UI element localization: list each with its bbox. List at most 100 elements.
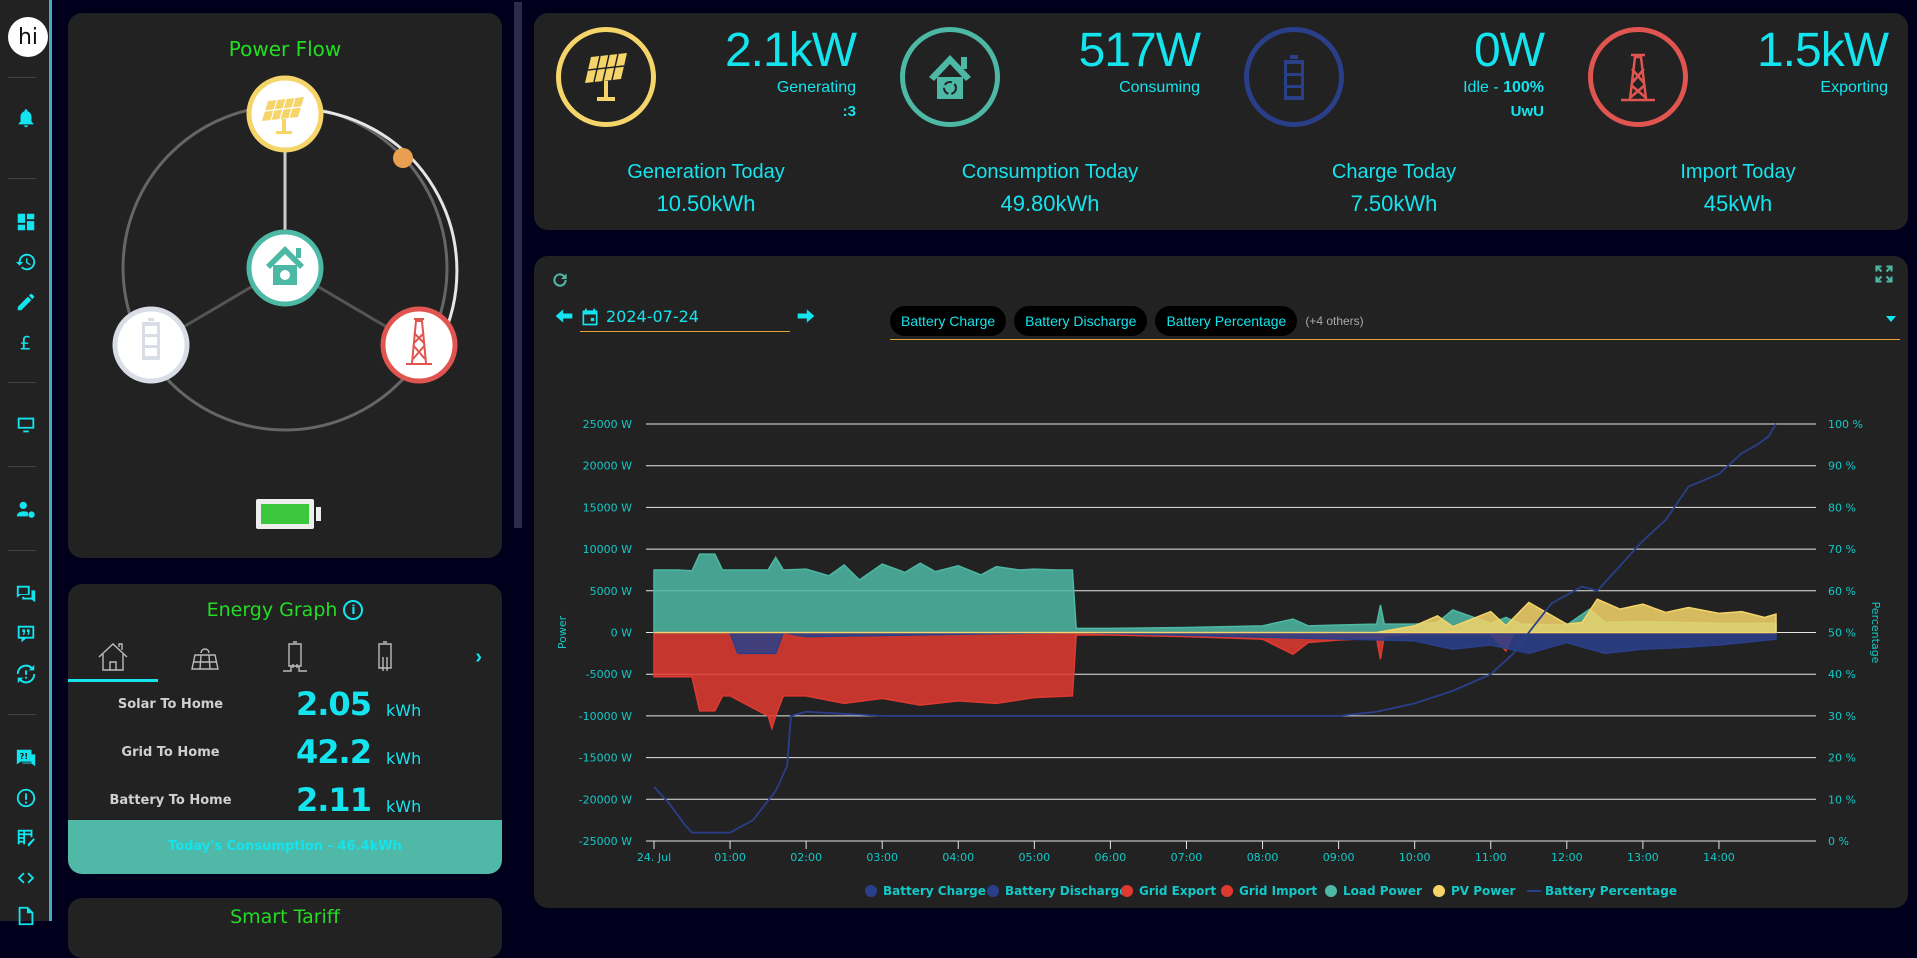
- battery-charge-outline-icon: [283, 641, 307, 672]
- smart-tariff-title: Smart Tariff: [230, 906, 340, 928]
- history-icon[interactable]: [14, 250, 38, 274]
- energy-row-value: 2.05: [296, 685, 372, 723]
- y-tick-label: 0 W: [611, 627, 632, 640]
- x-tick-label: 01:00: [714, 851, 746, 864]
- chat-icon[interactable]: [14, 582, 38, 606]
- y-tick-label: 5000 W: [590, 585, 632, 598]
- sidebar: hi £ ?!: [0, 0, 52, 926]
- legend-marker-pv-power: [1433, 885, 1445, 897]
- stat-battery-percent: 100%: [1503, 79, 1544, 96]
- home-node[interactable]: [246, 229, 324, 307]
- alert-circle-icon[interactable]: [14, 786, 38, 810]
- tab-battery-discharge[interactable]: [340, 634, 430, 680]
- export-icon[interactable]: [14, 904, 38, 928]
- stat-battery-extra: UwU: [1510, 103, 1544, 120]
- tabs-next-chevron-icon[interactable]: ›: [475, 646, 482, 669]
- table-edit-icon[interactable]: [14, 826, 38, 850]
- series-selector[interactable]: Battery Charge Battery Discharge Battery…: [890, 302, 1900, 340]
- code-icon[interactable]: [14, 866, 38, 890]
- legend-label-grid-import: Grid Import: [1239, 884, 1317, 898]
- stat-solar-status: Generating: [776, 79, 856, 96]
- stat-home-status: Consuming: [1119, 79, 1200, 96]
- stat-home-today-value: 49.80kWh: [1000, 191, 1100, 216]
- series-chip[interactable]: Battery Charge: [890, 305, 1007, 336]
- solar-node[interactable]: [246, 75, 324, 153]
- energy-row-label: Grid To Home: [121, 745, 220, 760]
- dashboard-icon[interactable]: [14, 210, 38, 234]
- dropdown-caret-icon[interactable]: [1886, 316, 1896, 322]
- legend-marker-grid-export: [1121, 885, 1133, 897]
- tab-battery-charge[interactable]: [250, 634, 340, 680]
- y-tick-label: -20000 W: [579, 793, 632, 806]
- pound-icon[interactable]: £: [14, 330, 38, 354]
- power-flow-diagram: [112, 75, 459, 529]
- x-tick-label: 05:00: [1018, 851, 1050, 864]
- y2-tick-label: 0 %: [1828, 835, 1849, 848]
- stat-solar-value: 2.1kW: [724, 24, 857, 77]
- energy-row: Grid To Home 42.2 kWh: [68, 731, 502, 779]
- quote-icon[interactable]: [14, 622, 38, 646]
- battery-discharge-outline-icon: [378, 641, 392, 671]
- x-tick-label: 10:00: [1399, 851, 1431, 864]
- sidebar-divider: [8, 550, 36, 551]
- power-flow-panel: Power Flow: [68, 13, 502, 558]
- fullscreen-icon[interactable]: [1874, 264, 1894, 284]
- bell-icon[interactable]: [14, 106, 38, 130]
- y2-tick-label: 60 %: [1828, 585, 1856, 598]
- x-tick-label: 03:00: [866, 851, 898, 864]
- pylon-icon: [1621, 53, 1655, 102]
- stat-battery-status-prefix: Idle -: [1463, 79, 1504, 96]
- todays-consumption-footer: Today's Consumption - 46.4kWh: [68, 820, 502, 874]
- grid-node[interactable]: [380, 306, 458, 384]
- series-chip[interactable]: Battery Percentage: [1155, 305, 1298, 336]
- stats-panel: 2.1kW Generating :3 Generation Today 10.…: [534, 13, 1908, 230]
- question-chat-icon[interactable]: ?!: [14, 746, 38, 770]
- energy-row: Solar To Home 2.05 kWh: [68, 683, 502, 731]
- sidebar-edge: [49, 0, 52, 921]
- smart-tariff-panel: Smart Tariff: [68, 898, 502, 958]
- stat-battery-today-value: 7.50kWh: [1350, 191, 1438, 216]
- avatar[interactable]: hi: [8, 17, 48, 57]
- user-settings-icon[interactable]: [14, 498, 38, 522]
- chart-panel: 2024-07-24 Battery Charge Battery Discha…: [534, 256, 1908, 908]
- energy-graph-title-text: Energy Graph: [206, 599, 338, 621]
- stat-grid-today-label: Import Today: [1680, 161, 1796, 183]
- series-area-pv-power: [654, 598, 1777, 634]
- battery-node[interactable]: [112, 306, 190, 384]
- flow-line-home-battery: [179, 281, 259, 331]
- legend-marker-load-power: [1325, 885, 1337, 897]
- prev-date-arrow-icon[interactable]: [554, 306, 574, 326]
- x-tick-label: 24. Jul: [637, 851, 671, 864]
- y2-tick-label: 80 %: [1828, 501, 1856, 514]
- stat-battery-today-label: Charge Today: [1331, 161, 1457, 183]
- monitor-icon[interactable]: [14, 413, 38, 437]
- stat-home-today-label: Consumption Today: [961, 161, 1139, 183]
- refresh-icon[interactable]: [550, 270, 570, 290]
- y2-tick-label: 100 %: [1828, 418, 1863, 431]
- pencil-icon[interactable]: [14, 290, 38, 314]
- x-tick-label: 02:00: [790, 851, 822, 864]
- y-tick-label: 20000 W: [583, 460, 632, 473]
- battery-level-fill: [261, 504, 309, 524]
- info-icon[interactable]: i: [343, 600, 364, 620]
- stat-solar-ring: [556, 27, 656, 127]
- date-input[interactable]: 2024-07-24: [580, 302, 790, 332]
- series-area-grid-export: [653, 631, 1777, 731]
- y-tick-label: 25000 W: [583, 418, 632, 431]
- y-tick-label: 15000 W: [583, 501, 632, 514]
- sync-alert-icon[interactable]: [14, 662, 38, 686]
- stat-battery-value: 0W: [1474, 24, 1545, 77]
- left-column-scrollbar[interactable]: [514, 2, 522, 528]
- flow-dot: [393, 148, 413, 168]
- stat-grid-value: 1.5kW: [1756, 24, 1889, 77]
- series-chip[interactable]: Battery Discharge: [1014, 305, 1148, 336]
- solar-panel-icon: [585, 53, 627, 101]
- y2-tick-label: 40 %: [1828, 668, 1856, 681]
- stat-home: 517W Consuming Consumption Today 49.80kW…: [878, 13, 1222, 243]
- series-more-count: (+4 others): [1305, 313, 1364, 328]
- tab-solar[interactable]: [160, 634, 250, 680]
- next-date-arrow-icon[interactable]: [796, 306, 816, 326]
- sidebar-divider: [8, 77, 36, 78]
- x-tick-label: 09:00: [1323, 851, 1355, 864]
- tab-home[interactable]: [68, 634, 158, 682]
